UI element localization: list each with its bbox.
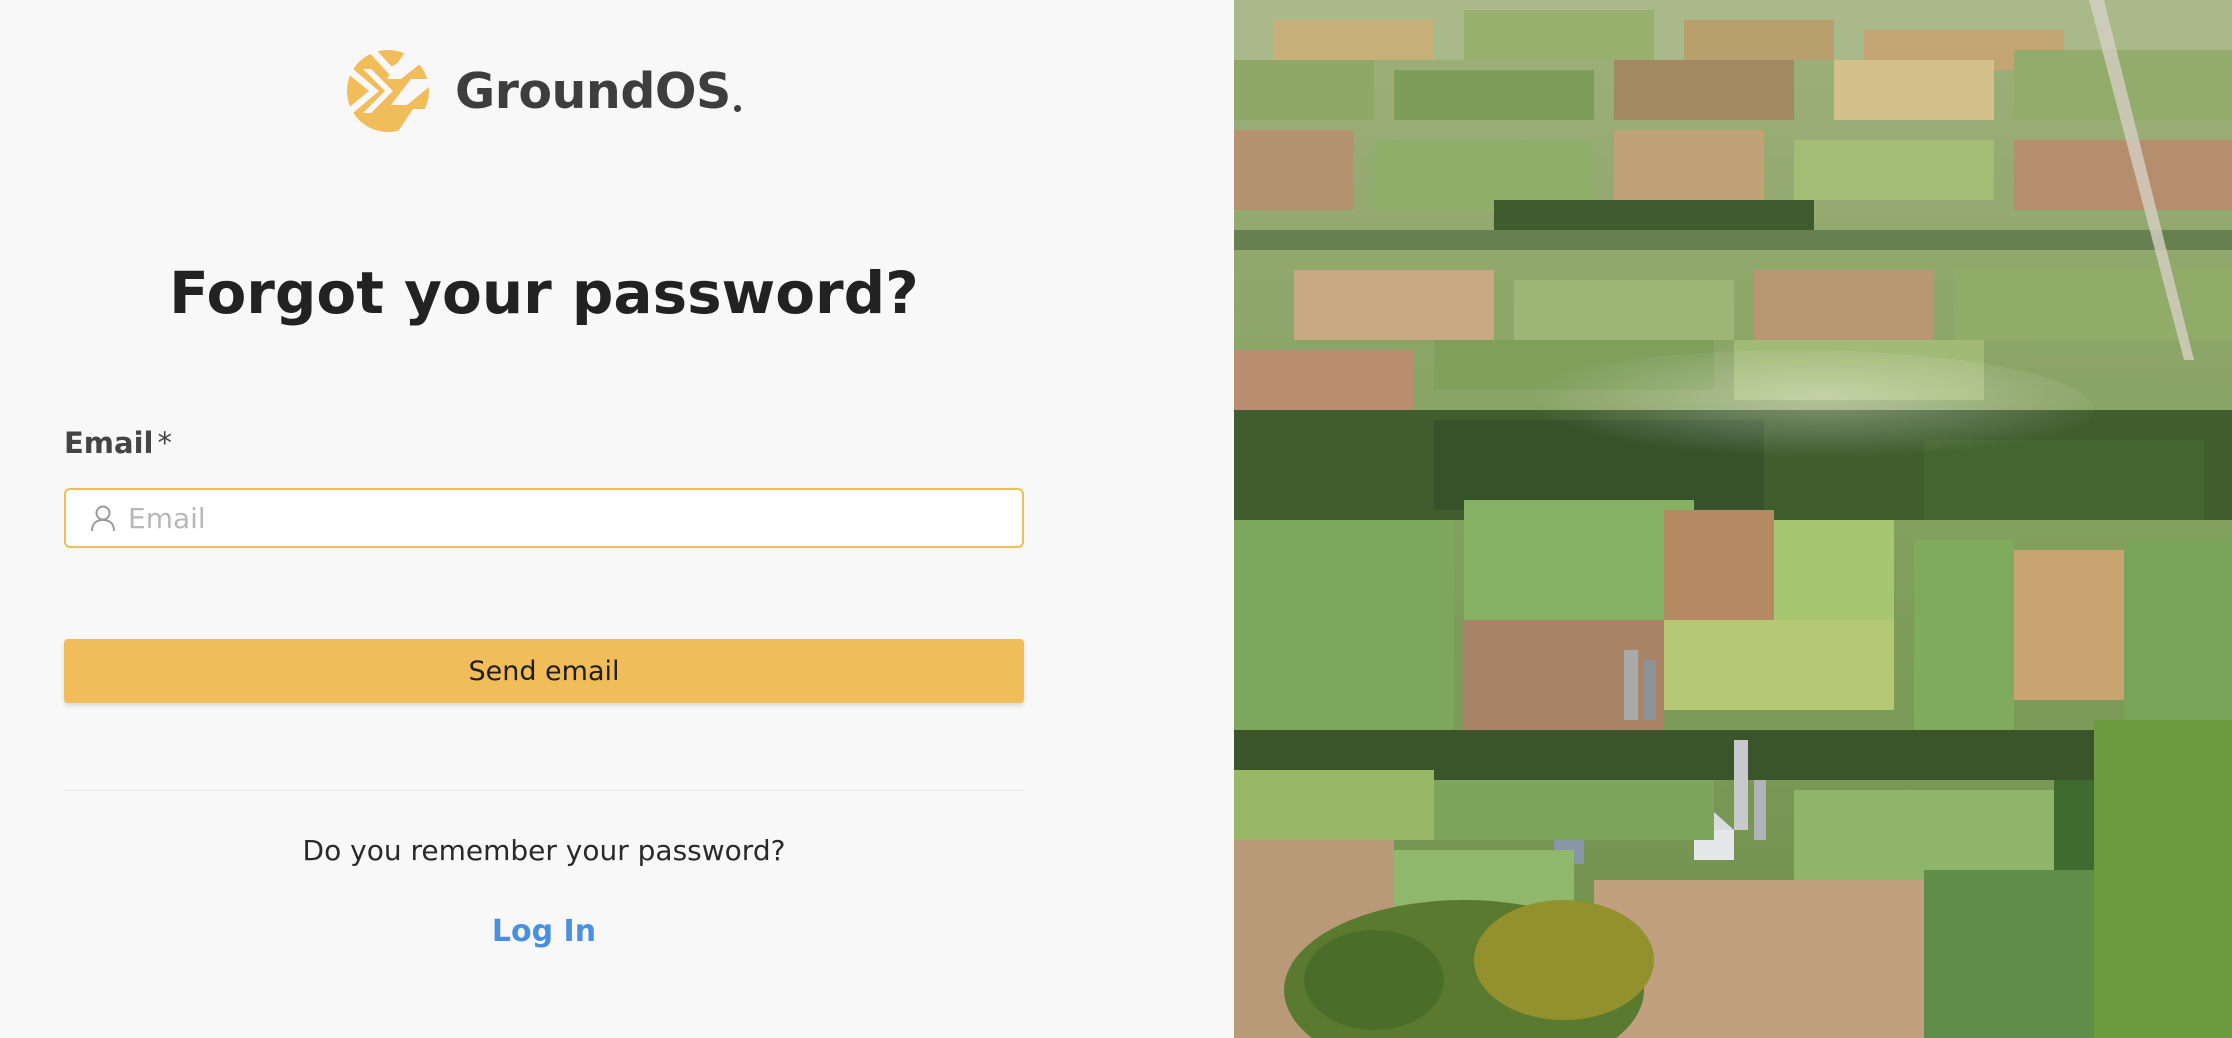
page-title: Forgot your password?: [169, 259, 919, 327]
email-input[interactable]: [128, 501, 988, 535]
required-marker: *: [157, 426, 172, 460]
registered-mark: [733, 104, 741, 112]
login-link[interactable]: Log In: [64, 914, 1024, 949]
remember-password-text: Do you remember your password?: [302, 834, 786, 867]
divider: [64, 790, 1024, 791]
brand-name: GroundOS: [455, 67, 741, 116]
aerial-farmland-photo: [1234, 0, 2232, 1038]
email-field[interactable]: [64, 488, 1024, 548]
background-image-panel: [1234, 0, 2232, 1038]
email-label-text: Email: [64, 426, 154, 460]
user-icon: [91, 505, 115, 532]
forgot-password-page: GroundOS Forgot your password? Email* Se…: [0, 0, 2232, 1038]
send-email-button[interactable]: Send email: [64, 639, 1024, 703]
brand-logo: GroundOS: [347, 48, 741, 134]
email-label: Email *: [64, 426, 172, 460]
form-panel: GroundOS Forgot your password? Email* Se…: [0, 0, 1234, 1038]
chevron-arrows-icon: [347, 49, 429, 133]
